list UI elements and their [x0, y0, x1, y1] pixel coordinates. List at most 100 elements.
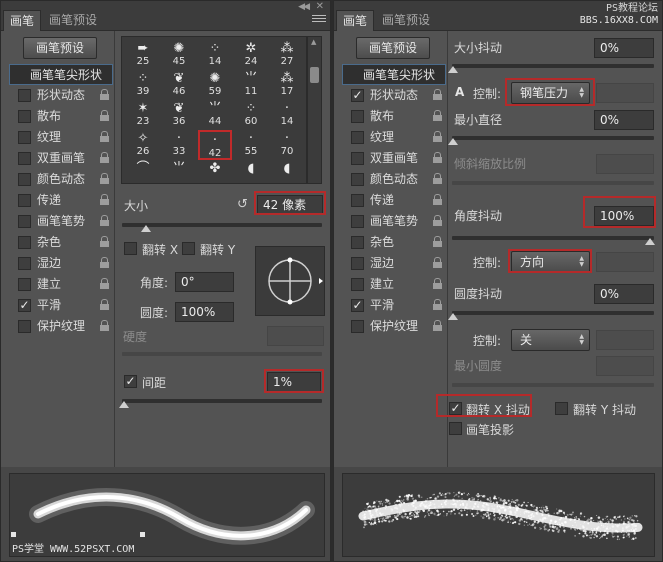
option-row[interactable]: ✓ 平滑	[342, 295, 446, 316]
lock-icon[interactable]	[433, 131, 442, 143]
brush-tip-60[interactable]: ⁘ 60	[234, 100, 268, 130]
brush-tip-item[interactable]: ◖	[234, 160, 268, 183]
option-checkbox[interactable]	[18, 152, 31, 165]
scroll-up-icon[interactable]: ▲	[311, 38, 316, 46]
lock-icon[interactable]	[100, 194, 109, 206]
slider-knob[interactable]	[448, 313, 458, 320]
option-row[interactable]: 传递	[342, 190, 446, 211]
flip-y-checkbox[interactable]	[182, 242, 195, 255]
brush-tip-70[interactable]: · 70	[270, 130, 304, 160]
brush-tip-item[interactable]: ◖	[270, 160, 304, 183]
lock-icon[interactable]	[100, 110, 109, 122]
close-icon[interactable]: ✕	[316, 1, 324, 12]
size-slider-knob[interactable]	[141, 225, 151, 232]
lock-icon[interactable]	[100, 257, 109, 269]
option-row[interactable]: 画笔笔势	[342, 211, 446, 232]
brush-tip-item[interactable]: ⺌	[162, 160, 196, 183]
angle-jitter-slider[interactable]	[452, 236, 655, 245]
brush-tip-44[interactable]: ⺌ 44	[198, 100, 232, 130]
option-row[interactable]: 颜色动态	[9, 169, 113, 190]
flip-y-jitter-checkbox[interactable]	[555, 402, 568, 415]
min-diameter-field[interactable]: 0%	[594, 110, 654, 130]
brush-tip-23[interactable]: ✶ 23	[126, 100, 160, 130]
brush-tip-item[interactable]: ⌒	[126, 160, 160, 183]
brush-tip-14[interactable]: · 14	[270, 100, 304, 130]
lock-icon[interactable]	[433, 236, 442, 248]
option-row[interactable]: 形状动态	[9, 85, 113, 106]
lock-icon[interactable]	[100, 131, 109, 143]
brush-tip-33[interactable]: · 33	[162, 130, 196, 160]
option-checkbox[interactable]	[351, 320, 364, 333]
option-checkbox[interactable]	[18, 278, 31, 291]
lock-icon[interactable]	[433, 152, 442, 164]
option-row[interactable]: 湿边	[9, 253, 113, 274]
roundness-field[interactable]: 100%	[175, 302, 234, 322]
option-row[interactable]: ✓ 形状动态	[342, 85, 446, 106]
roundness-jitter-slider[interactable]	[448, 311, 654, 320]
lock-icon[interactable]	[433, 194, 442, 206]
spacing-slider-knob[interactable]	[119, 401, 129, 408]
tab-brush[interactable]: 画笔	[3, 10, 42, 31]
option-row[interactable]: 双重画笔	[342, 148, 446, 169]
option-checkbox[interactable]: ✓	[18, 299, 31, 312]
option-checkbox[interactable]	[18, 131, 31, 144]
lock-icon[interactable]	[100, 152, 109, 164]
option-checkbox[interactable]	[351, 131, 364, 144]
option-row[interactable]: 杂色	[9, 232, 113, 253]
option-checkbox[interactable]	[18, 89, 31, 102]
option-checkbox[interactable]	[18, 236, 31, 249]
brush-tip-42[interactable]: · 42	[198, 130, 232, 160]
option-row[interactable]: 颜色动态	[342, 169, 446, 190]
option-row[interactable]: 建立	[9, 274, 113, 295]
option-row[interactable]: 画笔笔势	[9, 211, 113, 232]
option-checkbox[interactable]	[18, 320, 31, 333]
slider-knob[interactable]	[645, 238, 655, 245]
lock-icon[interactable]	[100, 278, 109, 290]
lock-icon[interactable]	[100, 215, 109, 227]
option-row[interactable]: ✓ 平滑	[9, 295, 113, 316]
lock-icon[interactable]	[433, 173, 442, 185]
option-row[interactable]: 双重画笔	[9, 148, 113, 169]
lock-icon[interactable]	[433, 257, 442, 269]
brush-tip-55[interactable]: · 55	[234, 130, 268, 160]
option-checkbox[interactable]	[18, 194, 31, 207]
scrollbar-thumb[interactable]	[310, 67, 319, 83]
option-row[interactable]: 纹理	[342, 127, 446, 148]
slider-knob[interactable]	[448, 66, 458, 73]
option-checkbox[interactable]	[351, 257, 364, 270]
lock-icon[interactable]	[100, 299, 109, 311]
lock-icon[interactable]	[433, 110, 442, 122]
brush-tip-item[interactable]: ✤	[198, 160, 232, 183]
option-checkbox[interactable]	[18, 215, 31, 228]
option-checkbox[interactable]	[351, 215, 364, 228]
angle-roundness-preview[interactable]	[255, 246, 325, 316]
size-jitter-slider[interactable]	[448, 64, 654, 73]
lock-icon[interactable]	[433, 215, 442, 227]
option-brush-tip-shape[interactable]: 画笔笔尖形状	[342, 64, 446, 85]
option-checkbox[interactable]: ✓	[351, 299, 364, 312]
slider-knob[interactable]	[448, 138, 458, 145]
brush-tip-grid[interactable]: ➨ 25 ✺ 45 ⁘ 14 ✲ 24 ⁂ 27 ⁘ 39 ❦ 46 ✺ 59 ⺌ 11 ⁂ 17 ✶ 23 ❦ 36 ⺌ 44 ⁘…	[121, 36, 307, 184]
brush-presets-button[interactable]: 画笔预设	[23, 37, 97, 59]
option-checkbox[interactable]: ✓	[351, 89, 364, 102]
tip-grid-scrollbar[interactable]: ▲	[307, 36, 322, 184]
option-checkbox[interactable]	[351, 194, 364, 207]
option-row[interactable]: 传递	[9, 190, 113, 211]
brush-tip-39[interactable]: ⁘ 39	[126, 70, 160, 100]
reset-size-icon[interactable]: ↺	[237, 197, 248, 212]
option-row[interactable]: 散布	[342, 106, 446, 127]
option-row[interactable]: 湿边	[342, 253, 446, 274]
option-checkbox[interactable]	[351, 110, 364, 123]
size-jitter-field[interactable]: 0%	[594, 38, 654, 58]
min-diameter-slider[interactable]	[448, 136, 654, 145]
panel-menu-icon[interactable]	[312, 15, 326, 25]
lock-icon[interactable]	[100, 89, 109, 101]
spacing-slider[interactable]	[119, 399, 322, 408]
option-checkbox[interactable]	[18, 173, 31, 186]
lock-icon[interactable]	[433, 320, 442, 332]
lock-icon[interactable]	[433, 278, 442, 290]
option-checkbox[interactable]	[351, 236, 364, 249]
spacing-checkbox[interactable]: ✓	[124, 375, 137, 388]
brush-tip-45[interactable]: ✺ 45	[162, 40, 196, 70]
brush-tip-17[interactable]: ⁂ 17	[270, 70, 304, 100]
